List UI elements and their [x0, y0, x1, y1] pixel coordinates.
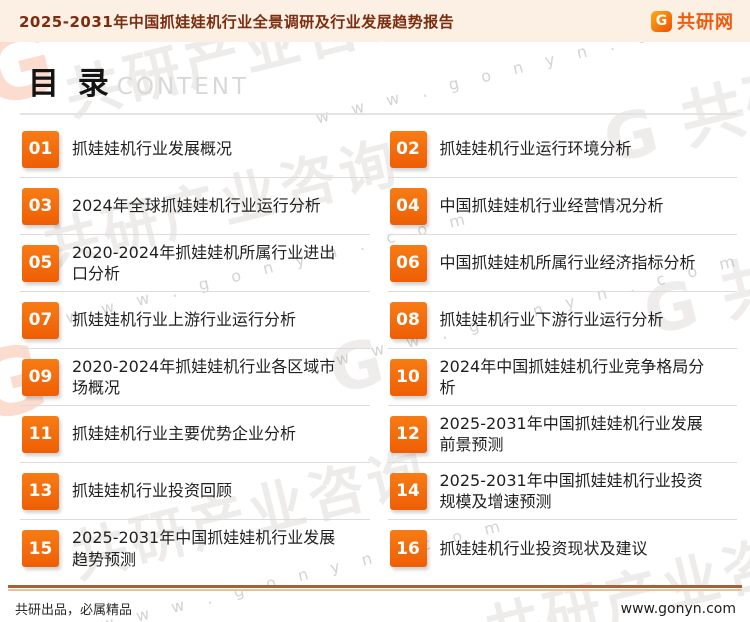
toc-item-label: 抓娃娃机行业运行环境分析 [440, 138, 632, 159]
toc-item-10: 10 2024年中国抓娃娃机行业竞争格局分析 [388, 349, 738, 406]
toc-item-label: 2020-2024年抓娃娃机所属行业进出口分析 [72, 242, 348, 284]
toc-item-label: 2025-2031年中国抓娃娃机行业投资规模及增速预测 [440, 470, 716, 512]
toc-item-label: 2025-2031年中国抓娃娃机行业发展趋势预测 [72, 527, 348, 569]
toc-grid: 01 抓娃娃机行业发展概况 02 抓娃娃机行业运行环境分析 03 2024年全球抓娃娃机行… [20, 121, 737, 577]
brand-logo-icon: G [651, 11, 672, 32]
footer-url: www.gonyn.com [621, 601, 736, 617]
toc-item-05: 05 2020-2024年抓娃娃机所属行业进出口分析 [20, 235, 370, 292]
main-content: 目 录 CONTENT 01 抓娃娃机行业发展概况 02 抓娃娃机行业运行环境分析 03… [0, 42, 750, 577]
toc-item-04: 04 中国抓娃娃机行业经营情况分析 [388, 178, 738, 235]
report-title: 2025-2031年中国抓娃娃机行业全景调研及行业发展趋势报告 [19, 11, 454, 32]
toc-item-number-badge: 06 [390, 245, 427, 282]
footer-slogan: 共研出品，必属精品 [15, 599, 132, 618]
toc-item-number-badge: 12 [390, 416, 427, 453]
toc-item-label: 抓娃娃机行业主要优势企业分析 [72, 423, 296, 444]
toc-item-number-badge: 11 [22, 416, 59, 453]
brand-logo: G 共研网 [651, 8, 734, 34]
toc-item-09: 09 2020-2024年抓娃娃机行业各区域市场概况 [20, 349, 370, 406]
toc-item-07: 07 抓娃娃机行业上游行业运行分析 [20, 292, 370, 349]
toc-item-14: 14 2025-2031年中国抓娃娃机行业投资规模及增速预测 [388, 463, 738, 520]
toc-item-number-badge: 13 [22, 473, 59, 510]
toc-item-label: 2025-2031年中国抓娃娃机行业发展前景预测 [440, 413, 716, 455]
toc-item-16: 16 抓娃娃机行业投资现状及建议 [388, 520, 738, 577]
toc-item-label: 抓娃娃机行业投资回顾 [72, 480, 232, 501]
toc-item-number-badge: 01 [22, 131, 59, 168]
footer: 共研出品，必属精品 www.gonyn.com [0, 585, 750, 622]
header: 2025-2031年中国抓娃娃机行业全景调研及行业发展趋势报告 G 共研网 [0, 0, 750, 42]
toc-item-number-badge: 02 [390, 131, 427, 168]
toc-item-02: 02 抓娃娃机行业运行环境分析 [388, 121, 738, 178]
toc-heading: 目 录 CONTENT [20, 42, 737, 115]
toc-item-number-badge: 14 [390, 473, 427, 510]
toc-item-number-badge: 15 [22, 530, 59, 567]
brand-logo-text: 共研网 [677, 8, 734, 34]
toc-item-number-badge: 09 [22, 359, 59, 396]
toc-item-label: 抓娃娃机行业投资现状及建议 [440, 538, 648, 559]
toc-item-label: 抓娃娃机行业上游行业运行分析 [72, 309, 296, 330]
toc-item-15: 15 2025-2031年中国抓娃娃机行业发展趋势预测 [20, 520, 370, 577]
toc-item-number-badge: 05 [22, 245, 59, 282]
toc-item-number-badge: 08 [390, 302, 427, 339]
toc-item-label: 抓娃娃机行业发展概况 [72, 138, 232, 159]
toc-item-label: 2024年全球抓娃娃机行业运行分析 [72, 195, 321, 216]
toc-item-number-badge: 03 [22, 188, 59, 225]
report-toc-page: G 共研产业咨询 w w w . g o n y n . c o m G 共研网… [0, 0, 750, 622]
toc-item-03: 03 2024年全球抓娃娃机行业运行分析 [20, 178, 370, 235]
toc-item-label: 中国抓娃娃机所属行业经济指标分析 [440, 252, 696, 273]
toc-item-08: 08 抓娃娃机行业下游行业运行分析 [388, 292, 738, 349]
toc-item-label: 2024年中国抓娃娃机行业竞争格局分析 [440, 356, 716, 398]
toc-item-13: 13 抓娃娃机行业投资回顾 [20, 463, 370, 520]
toc-item-number-badge: 04 [390, 188, 427, 225]
toc-item-number-badge: 16 [390, 530, 427, 567]
toc-item-number-badge: 10 [390, 359, 427, 396]
toc-subtitle: CONTENT [117, 74, 249, 100]
toc-item-number-badge: 07 [22, 302, 59, 339]
toc-item-label: 2020-2024年抓娃娃机行业各区域市场概况 [72, 356, 348, 398]
toc-title: 目 录 [28, 58, 113, 103]
toc-item-01: 01 抓娃娃机行业发展概况 [20, 121, 370, 178]
toc-item-12: 12 2025-2031年中国抓娃娃机行业发展前景预测 [388, 406, 738, 463]
toc-item-label: 中国抓娃娃机行业经营情况分析 [440, 195, 664, 216]
toc-item-label: 抓娃娃机行业下游行业运行分析 [440, 309, 664, 330]
toc-item-06: 06 中国抓娃娃机所属行业经济指标分析 [388, 235, 738, 292]
toc-item-11: 11 抓娃娃机行业主要优势企业分析 [20, 406, 370, 463]
